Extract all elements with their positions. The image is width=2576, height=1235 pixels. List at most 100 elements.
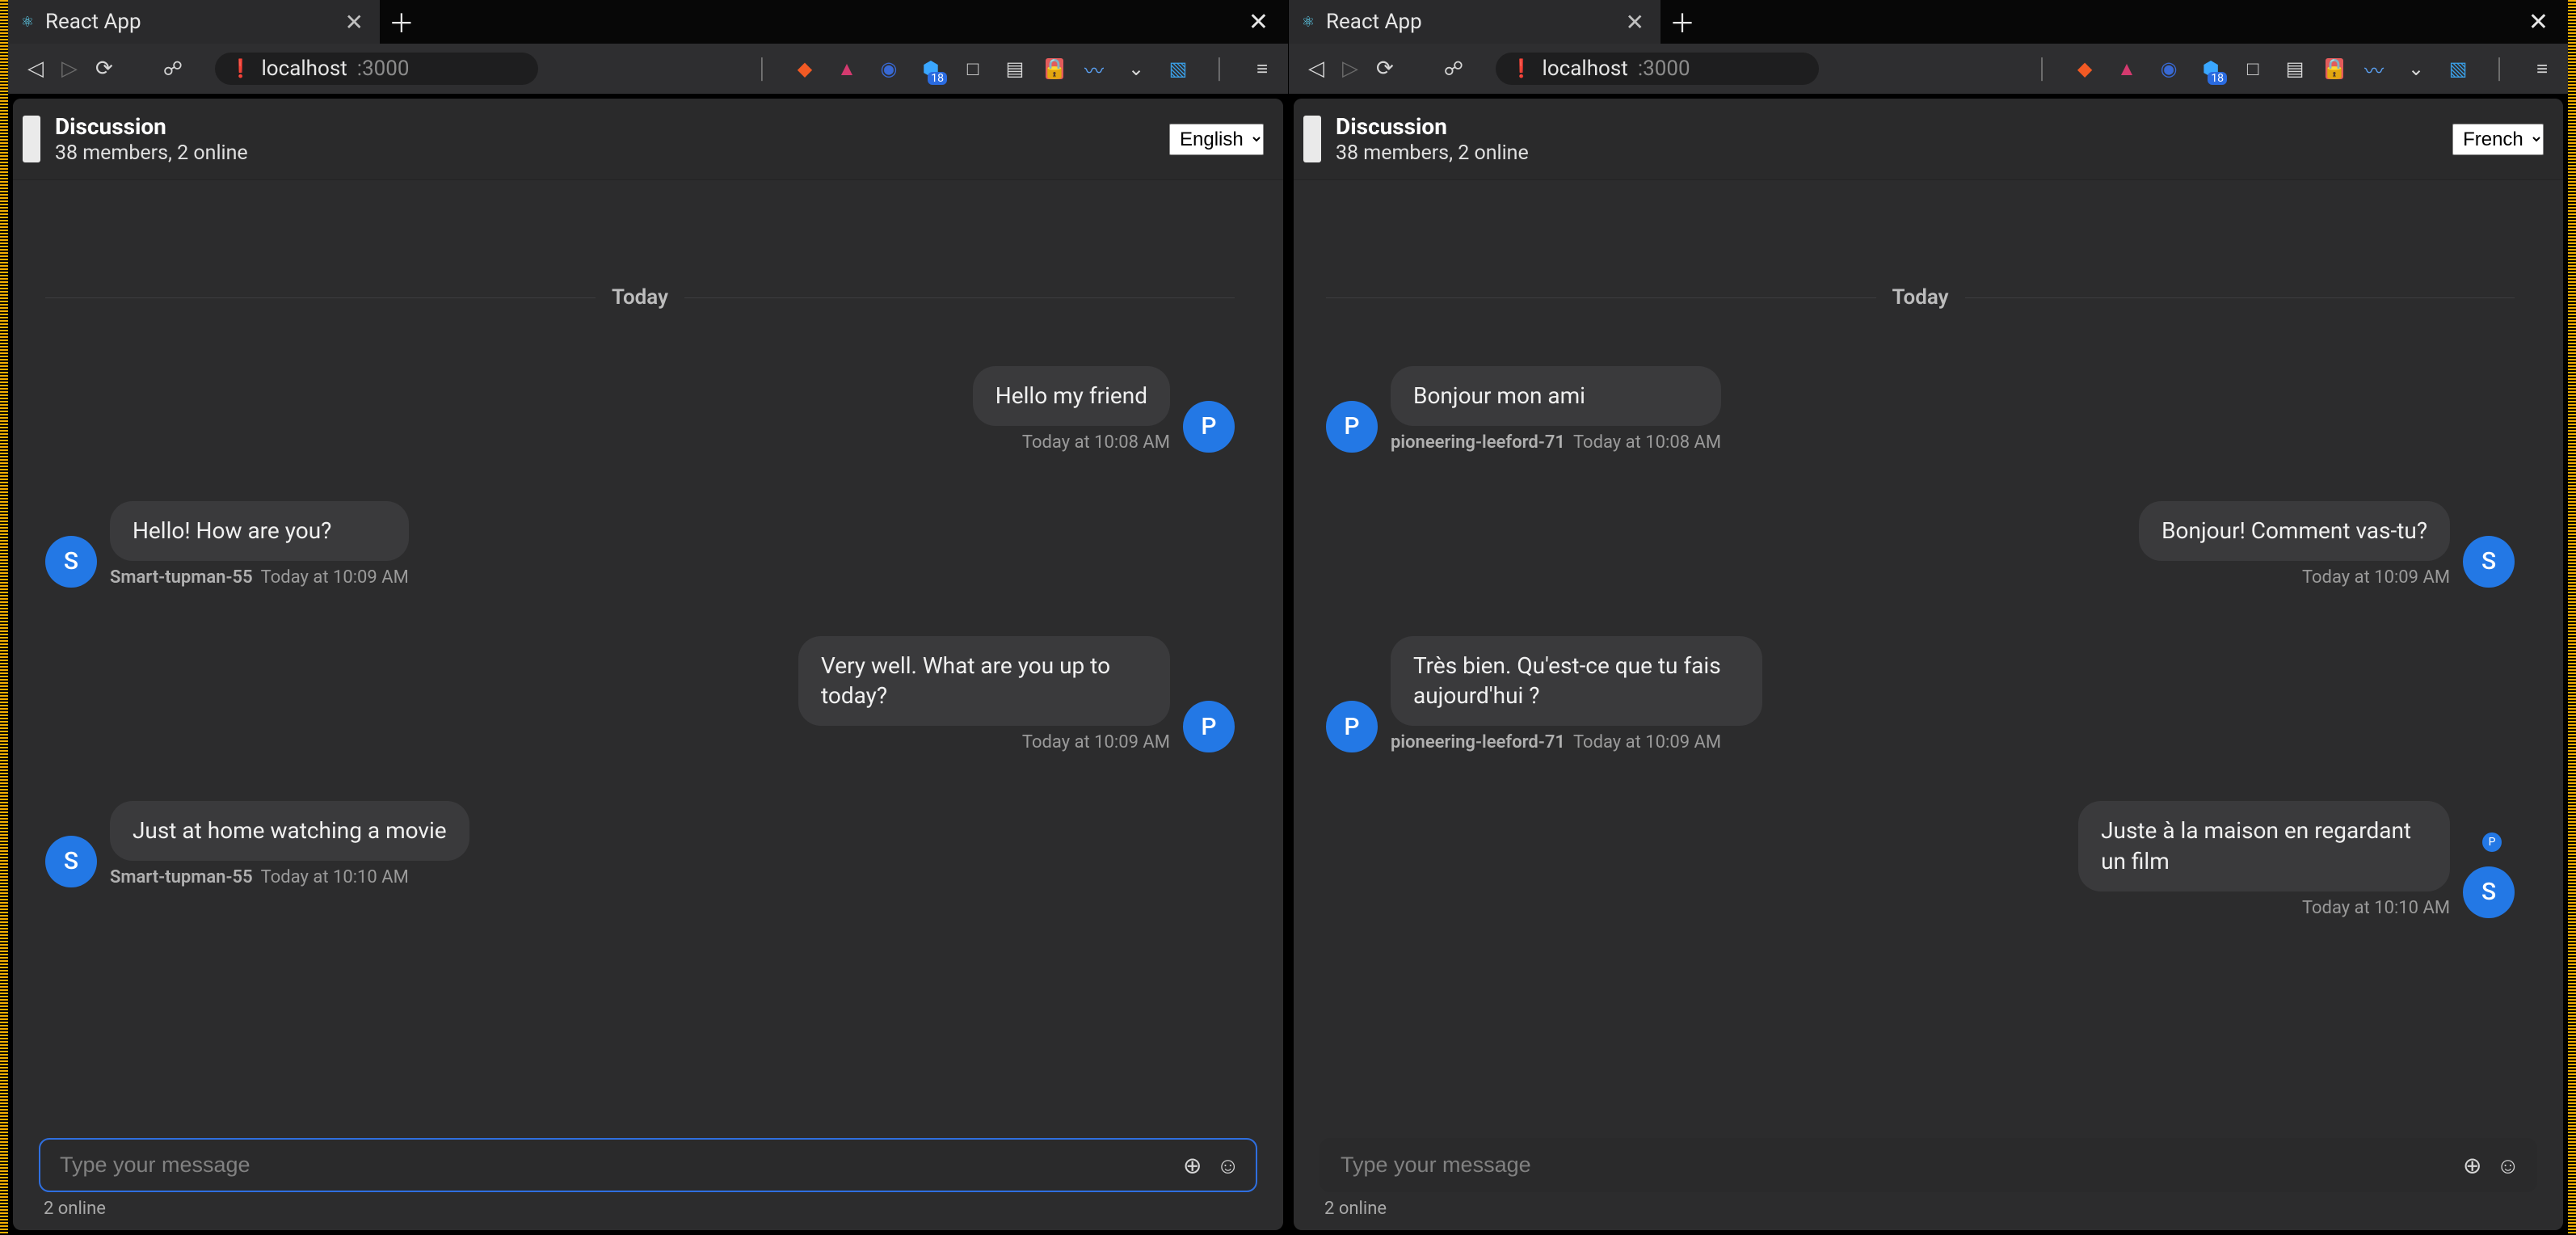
url-input[interactable]: ❗ localhost:3000: [215, 53, 538, 85]
message-input[interactable]: [40, 1140, 1256, 1191]
message-time: Today at 10:08 AM: [1573, 432, 1721, 453]
message-row: SHello! How are you? Smart-tupman-55Today…: [45, 501, 1235, 588]
message-bubble[interactable]: Very well. What are you up to today?: [798, 636, 1170, 727]
cube-icon[interactable]: ⬢: [920, 57, 942, 80]
message-bubble[interactable]: Hello my friend: [973, 366, 1170, 426]
message-list[interactable]: Today PBonjour mon amipioneering-leeford…: [1294, 180, 2563, 1127]
tab-title: React App: [45, 10, 335, 34]
bookmark-button[interactable]: ☍: [1439, 53, 1468, 85]
nav-reload-button[interactable]: ⟳: [1371, 52, 1399, 86]
drag-handle-icon[interactable]: [23, 116, 40, 162]
chat-title: Discussion: [55, 113, 1169, 140]
browser-tab[interactable]: ⚛ React App ✕: [1289, 0, 1661, 44]
avatar[interactable]: P: [1326, 401, 1378, 453]
emoji-button[interactable]: ☺: [1216, 1152, 1240, 1178]
chat-title: Discussion: [1336, 113, 2452, 140]
shield-icon[interactable]: ◉: [878, 57, 900, 80]
message-bubble[interactable]: Bonjour mon ami: [1391, 366, 1721, 426]
chat-subtitle: 38 members, 2 online: [55, 141, 1169, 165]
avatar[interactable]: S: [2463, 536, 2515, 588]
message-bubble[interactable]: Juste à la maison en regardant un film: [2078, 801, 2450, 891]
cube-icon[interactable]: ⬢: [2199, 57, 2222, 80]
message-meta: Smart-tupman-55Today at 10:09 AM: [110, 567, 409, 588]
nav-back-button[interactable]: ◁: [1303, 52, 1329, 86]
extension-icons: │ ◆ ▲ ◉ ⬢ □ ▤ 🔒 〰 ⌄ ▧ │ ≡: [2031, 57, 2553, 80]
message-row: Juste à la maison en regardant un filmTo…: [1326, 801, 2515, 918]
drag-handle-icon[interactable]: [1303, 116, 1321, 162]
language-select[interactable]: French: [2452, 124, 2544, 155]
online-count: 2 online: [39, 1199, 1257, 1219]
message-bubble[interactable]: Just at home watching a movie: [110, 801, 469, 861]
date-divider-label: Today: [612, 285, 668, 310]
message-row: SJust at home watching a movieSmart-tupm…: [45, 801, 1235, 887]
attachment-button[interactable]: ⊕: [2463, 1152, 2481, 1178]
pocket-icon[interactable]: ⌄: [2405, 57, 2427, 80]
message-time: Today at 10:09 AM: [2302, 567, 2450, 588]
message-meta: Today at 10:09 AM: [1022, 732, 1170, 752]
notion-icon[interactable]: □: [962, 57, 984, 80]
avatar[interactable]: S: [45, 536, 97, 588]
avatar[interactable]: P: [1326, 701, 1378, 752]
hamburger-menu-button[interactable]: ≡: [2531, 57, 2553, 80]
react-favicon: ⚛: [19, 14, 36, 30]
url-input[interactable]: ❗ localhost:3000: [1496, 53, 1819, 85]
wave-icon[interactable]: 〰: [1083, 57, 1105, 80]
message-input[interactable]: [1321, 1140, 2536, 1191]
bookmark-button[interactable]: ☍: [158, 53, 187, 85]
vbar-icon: │: [751, 57, 774, 80]
shield-icon[interactable]: ◉: [2157, 57, 2180, 80]
vbar-icon-2: │: [1209, 57, 1231, 80]
nav-forward-button[interactable]: ▷: [57, 52, 82, 86]
message-bubble[interactable]: Très bien. Qu'est-ce que tu fais aujourd…: [1391, 636, 1762, 727]
doc-icon[interactable]: ▤: [2283, 57, 2306, 80]
attachment-button[interactable]: ⊕: [1183, 1152, 1202, 1178]
message-bubble[interactable]: Bonjour! Comment vas-tu?: [2139, 501, 2450, 561]
message-author: Smart-tupman-55: [110, 567, 253, 588]
url-host: localhost: [261, 57, 347, 81]
nav-reload-button[interactable]: ⟳: [90, 52, 118, 86]
message-bubble[interactable]: Hello! How are you?: [110, 501, 409, 561]
pocket-icon[interactable]: ⌄: [1125, 57, 1147, 80]
new-tab-button[interactable]: ＋: [1661, 0, 1704, 44]
close-tab-button[interactable]: ✕: [344, 9, 363, 36]
tab-title: React App: [1326, 10, 1616, 34]
close-window-button[interactable]: ✕: [2528, 8, 2549, 36]
language-select[interactable]: English: [1169, 124, 1264, 155]
triangle-icon[interactable]: ▲: [2115, 57, 2138, 80]
site-warning-icon: ❗: [229, 59, 251, 79]
extension-icons: │ ◆ ▲ ◉ ⬢ □ ▤ 🔒 〰 ⌄ ▧ │ ≡: [751, 57, 1273, 80]
avatar[interactable]: S: [45, 836, 97, 887]
picture-icon[interactable]: ▧: [1167, 57, 1189, 80]
hamburger-menu-button[interactable]: ≡: [1251, 57, 1273, 80]
picture-icon[interactable]: ▧: [2447, 57, 2469, 80]
close-tab-button[interactable]: ✕: [1626, 9, 1644, 36]
avatar[interactable]: P: [1183, 701, 1235, 752]
close-window-button[interactable]: ✕: [1248, 8, 1269, 36]
date-divider: Today: [1326, 285, 2515, 310]
doc-icon[interactable]: ▤: [1004, 57, 1026, 80]
avatar[interactable]: P: [1183, 401, 1235, 453]
brave-icon[interactable]: ◆: [793, 57, 816, 80]
navbar: ◁ ▷ ⟳ ☍ ❗ localhost:3000 │ ◆ ▲ ◉ ⬢ □ ▤ 🔒…: [1289, 44, 2568, 94]
message-list[interactable]: Today Hello my friendToday at 10:08 AMPS…: [13, 180, 1283, 1127]
avatar[interactable]: S: [2463, 866, 2515, 918]
triangle-icon[interactable]: ▲: [836, 57, 858, 80]
new-tab-button[interactable]: ＋: [380, 0, 423, 44]
message-meta: Today at 10:08 AM: [1022, 432, 1170, 453]
url-port: :3000: [1638, 57, 1690, 81]
date-divider: Today: [45, 285, 1235, 310]
notion-icon[interactable]: □: [2241, 57, 2264, 80]
nav-forward-button[interactable]: ▷: [1337, 52, 1363, 86]
wave-icon[interactable]: 〰: [2363, 57, 2385, 80]
browser-tab[interactable]: ⚛ React App ✕: [8, 0, 380, 44]
aux-avatar: P: [2482, 832, 2502, 852]
message-row: Hello my friend Today at 10:08 AM P: [45, 366, 1235, 453]
emoji-button[interactable]: ☺: [2496, 1152, 2519, 1178]
brave-icon[interactable]: ◆: [2073, 57, 2096, 80]
message-input-container: ⊕ ☺: [1320, 1138, 2537, 1192]
lock-icon[interactable]: 🔒: [2326, 58, 2343, 79]
lock-icon[interactable]: 🔒: [1046, 58, 1063, 79]
message-meta: pioneering-leeford-71Today at 10:09 AM: [1391, 732, 1762, 752]
nav-back-button[interactable]: ◁: [23, 52, 48, 86]
message-meta: pioneering-leeford-71Today at 10:08 AM: [1391, 432, 1721, 453]
